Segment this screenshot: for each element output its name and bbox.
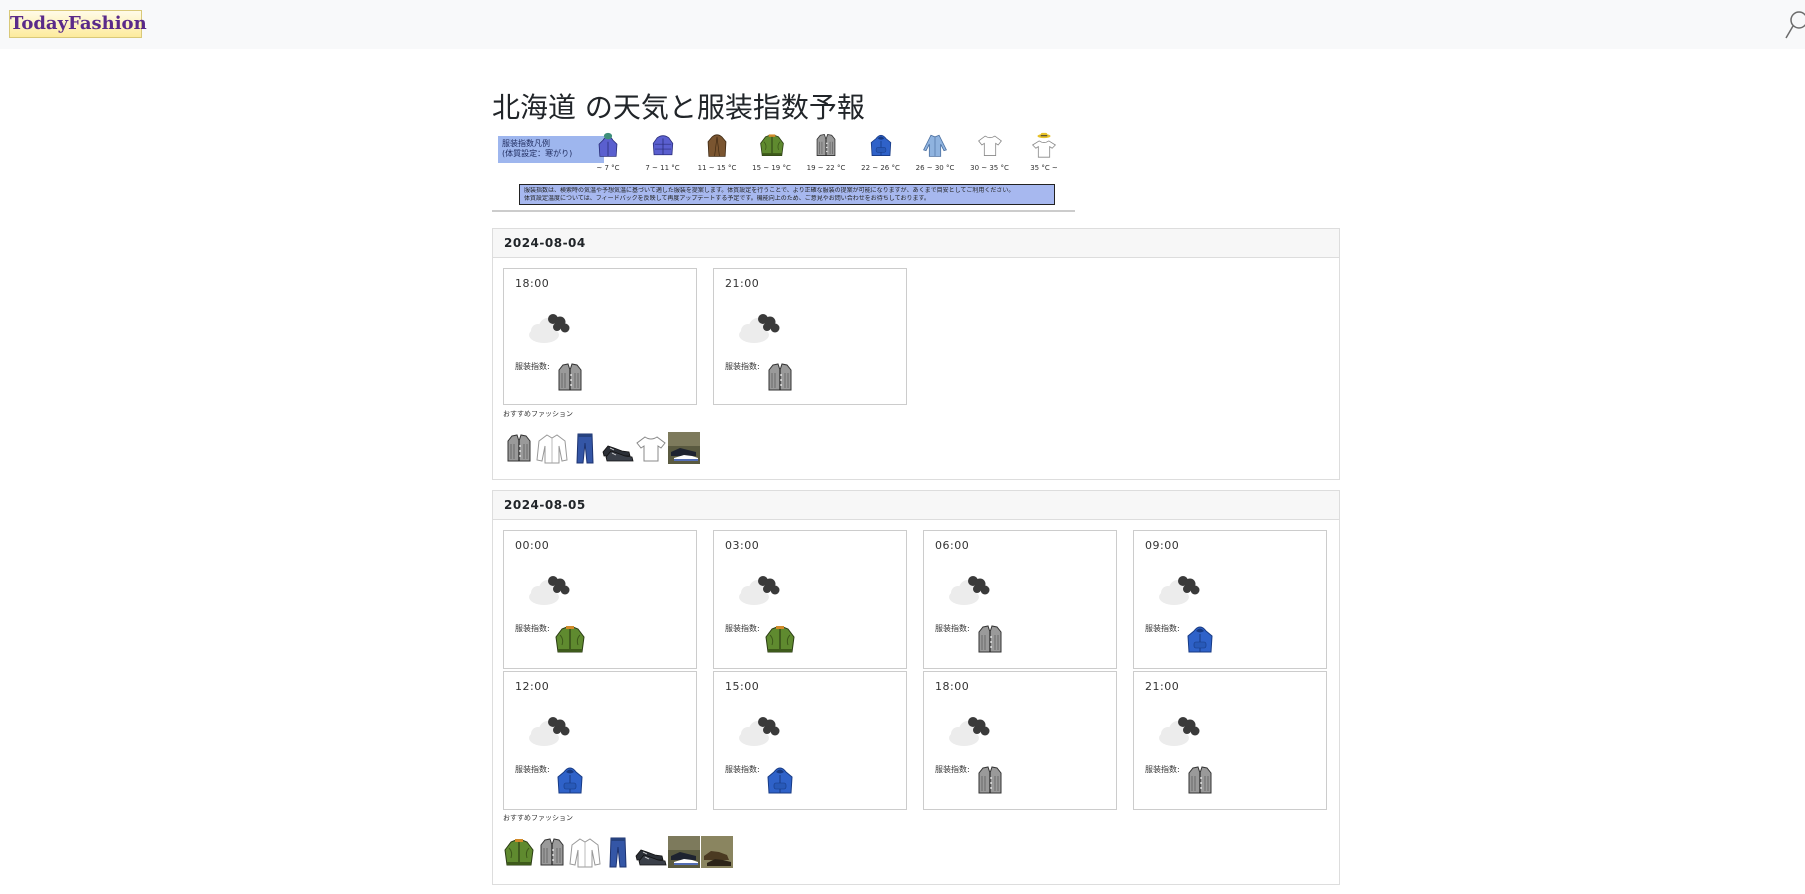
- winter-coat-icon: [595, 132, 621, 158]
- cloudy-night-icon: [734, 712, 784, 748]
- hoodie-icon: [1184, 623, 1216, 655]
- legend-item-label: 22 ~ 26 °C: [861, 164, 900, 172]
- cardigan-icon: [1184, 764, 1216, 796]
- cloudy-night-icon: [944, 712, 994, 748]
- clothing-index-label: 服装指数:: [725, 624, 760, 633]
- cardigan-icon: [974, 764, 1006, 796]
- legend-item-label: 11 ~ 15 °C: [697, 164, 737, 172]
- forecast-card: 18:00 服装指数:: [923, 671, 1117, 810]
- search-icon[interactable]: [1784, 10, 1805, 40]
- clothing-index-label: 服装指数:: [515, 362, 550, 371]
- sneakers-icon: [602, 431, 634, 465]
- shoes-photo-icon: [668, 431, 700, 465]
- forecast-card: 03:00 服装指数:: [713, 530, 907, 669]
- legend-item-label: ~ 7 °C: [596, 164, 620, 172]
- boots-photo-icon: [701, 835, 733, 869]
- down-jacket-icon: [650, 132, 676, 158]
- cloudy-night-icon: [734, 571, 784, 607]
- brand-logo[interactable]: TodayFashion: [9, 10, 147, 38]
- clothing-index-label: 服装指数:: [725, 765, 760, 774]
- white-shirt-icon: [536, 431, 568, 465]
- clothing-index-label: 服装指数:: [515, 765, 550, 774]
- clothing-index-label: 服装指数:: [725, 362, 760, 371]
- sneakers-icon: [635, 835, 667, 869]
- clothing-index-label: 服装指数:: [935, 765, 970, 774]
- day-date: 2024-08-04: [493, 229, 1339, 258]
- cardigan-icon: [813, 132, 839, 158]
- forecast-card: 15:00 服装指数:: [713, 671, 907, 810]
- forecast-card: 06:00 服装指数:: [923, 530, 1117, 669]
- forecast-time: 18:00: [515, 277, 550, 290]
- legend-title: 服装指数凡例 (体質設定：寒がり): [498, 136, 604, 163]
- legend-item-label: 7 ~ 11 °C: [645, 164, 680, 172]
- white-shirt-icon: [569, 835, 601, 869]
- clothing-index-legend: 服装指数凡例 (体質設定：寒がり) ~ 7 °C 7 ~ 11 °C 11 ~ 15…: [492, 132, 1075, 212]
- clothing-index-label: 服装指数:: [515, 624, 550, 633]
- cloudy-night-icon: [1154, 712, 1204, 748]
- cloudy-night-icon: [524, 309, 574, 345]
- cloudy-night-icon: [524, 571, 574, 607]
- bomber-jacket-icon: [503, 835, 535, 869]
- forecast-card: 12:00 服装指数:: [503, 671, 697, 810]
- forecast-card: 09:00 服装指数:: [1133, 530, 1327, 669]
- hoodie-icon: [554, 764, 586, 796]
- cardigan-icon: [503, 431, 535, 465]
- forecast-time: 21:00: [1145, 680, 1180, 693]
- forecast-time: 03:00: [725, 539, 760, 552]
- bomber-jacket-icon: [764, 623, 796, 655]
- cloudy-night-icon: [734, 309, 784, 345]
- clothing-index-label: 服装指数:: [935, 624, 970, 633]
- forecast-time: 15:00: [725, 680, 760, 693]
- cardigan-icon: [974, 623, 1006, 655]
- legend-item-label: 35 °C ~: [1030, 164, 1058, 172]
- forecast-time: 18:00: [935, 680, 970, 693]
- cloudy-night-icon: [1154, 571, 1204, 607]
- legend-item-label: 30 ~ 35 °C: [970, 164, 1009, 172]
- day-section: 2024-08-04 18:00 服装指数: 21:00 服装指数: おすすめファッシ…: [492, 228, 1340, 480]
- jeans-icon: [569, 431, 601, 465]
- forecast-card: 00:00 服装指数:: [503, 530, 697, 669]
- day-section: 2024-08-05 00:00 服装指数: 03:00 服装指数: 06:00 服装指数…: [492, 490, 1340, 885]
- legend-item-label: 15 ~ 19 °C: [752, 164, 791, 172]
- legend-item-label: 26 ~ 30 °C: [915, 164, 955, 172]
- cloudy-night-icon: [944, 571, 994, 607]
- forecast-card: 18:00 服装指数:: [503, 268, 697, 405]
- hoodie-icon: [764, 764, 796, 796]
- cloudy-night-icon: [524, 712, 574, 748]
- navbar: TodayFashion: [0, 0, 1805, 49]
- hoodie-icon: [868, 132, 894, 158]
- forecast-card: 21:00 服装指数:: [713, 268, 907, 405]
- recommend-label: おすすめファッション: [503, 814, 573, 822]
- bomber-jacket-icon: [759, 132, 785, 158]
- cardigan-icon: [536, 835, 568, 869]
- forecast-time: 09:00: [1145, 539, 1180, 552]
- cardigan-icon: [764, 361, 796, 393]
- forecast-time: 21:00: [725, 277, 760, 290]
- long-sleeve-shirt-icon: [922, 132, 948, 158]
- recommend-label: おすすめファッション: [503, 410, 573, 418]
- shoes-photo-icon: [668, 835, 700, 869]
- legend-note: 服装指数は、検索時の気温や予想気温に基づいて適した服装を提案します。体質設定を行…: [519, 184, 1055, 205]
- trench-coat-icon: [704, 132, 730, 158]
- legend-item-label: 19 ~ 22 °C: [806, 164, 846, 172]
- bomber-jacket-icon: [554, 623, 586, 655]
- forecast-time: 00:00: [515, 539, 550, 552]
- tshirt-hat-icon: [1031, 132, 1057, 158]
- clothing-index-label: 服装指数:: [1145, 624, 1180, 633]
- page-title: 北海道 の天気と服装指数予報: [492, 91, 865, 124]
- t-shirt-icon: [635, 431, 667, 465]
- t-shirt-icon: [977, 132, 1003, 158]
- forecast-time: 12:00: [515, 680, 550, 693]
- forecast-card: 21:00 服装指数:: [1133, 671, 1327, 810]
- jeans-icon: [602, 835, 634, 869]
- forecast-time: 06:00: [935, 539, 970, 552]
- day-date: 2024-08-05: [493, 491, 1339, 520]
- clothing-index-label: 服装指数:: [1145, 765, 1180, 774]
- cardigan-icon: [554, 361, 586, 393]
